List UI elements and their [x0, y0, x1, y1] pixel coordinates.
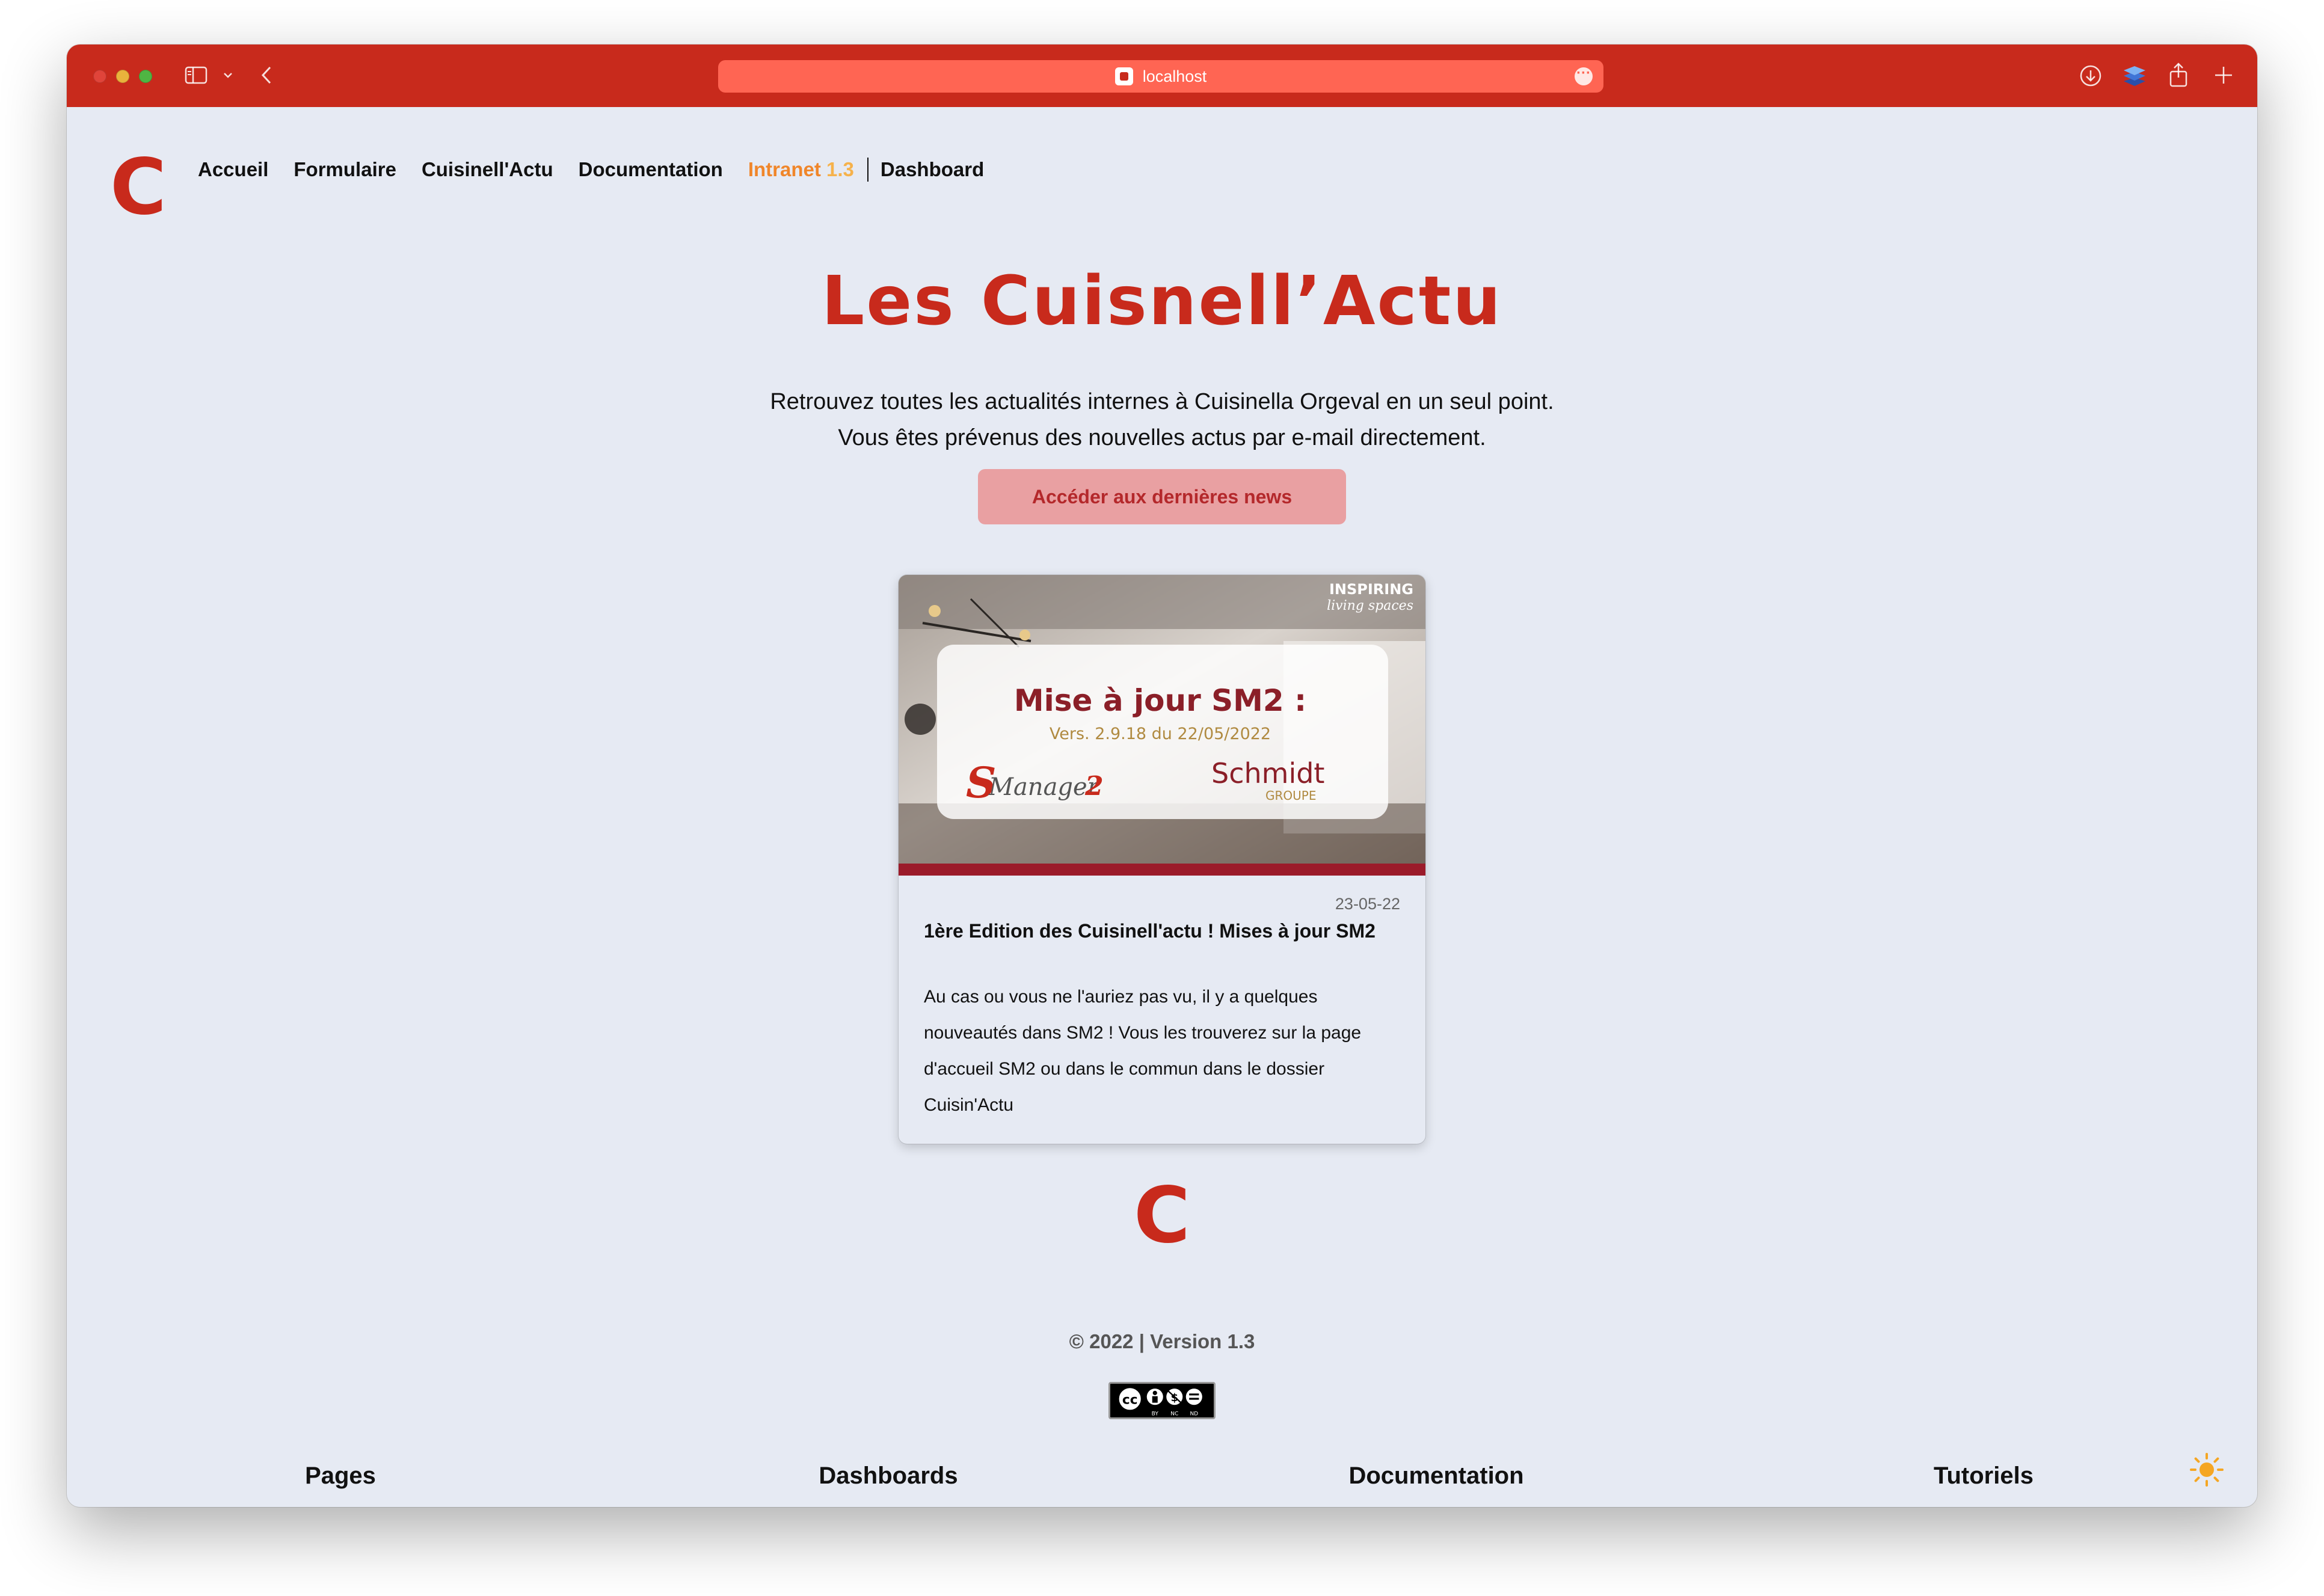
intranet-label: Intranet [748, 158, 821, 180]
nd-icon [1185, 1389, 1202, 1405]
nav-item-documentation[interactable]: Documentation [579, 158, 723, 181]
nav-separator [867, 158, 868, 182]
subtitle-line-1: Retrouvez toutes les actualités internes… [770, 389, 1554, 414]
chevron-down-icon[interactable] [221, 66, 235, 84]
nd-label: ND [1190, 1411, 1198, 1417]
site-favicon-icon [1114, 67, 1133, 85]
address-bar[interactable]: localhost [718, 60, 1603, 93]
nav-item-cuisinell-actu[interactable]: Cuisinell'Actu [422, 158, 553, 181]
nav-item-intranet[interactable]: Intranet 1.3 [748, 158, 854, 181]
extension-layers-icon[interactable] [2123, 64, 2147, 88]
image-brand-groupe: GROUPE [1265, 788, 1316, 803]
news-card-image: Mise à jour SM2 : Vers. 2.9.18 du 22/05/… [899, 575, 1425, 876]
theme-toggle-sun-icon[interactable] [2189, 1452, 2225, 1488]
page-title: Les Cuisnell’Actu [821, 262, 1503, 340]
main-nav: Accueil Formulaire Cuisinell'Actu Docume… [198, 158, 984, 182]
image-headline: Mise à jour SM2 : [1014, 683, 1306, 718]
intranet-version: 1.3 [826, 158, 854, 180]
browser-window: localhost C Accueil Formulaire [67, 45, 2257, 1507]
image-version: Vers. 2.9.18 du 22/05/2022 [1050, 725, 1271, 743]
footer-heading-pages[interactable]: Pages [305, 1462, 376, 1490]
site-logo[interactable]: C [110, 149, 167, 226]
cc-license-badge[interactable]: cc $ BY NC ND [1108, 1382, 1216, 1419]
svg-text:cc: cc [1122, 1392, 1138, 1407]
cc-icon: cc [1117, 1386, 1143, 1412]
news-date: 23-05-22 [1335, 895, 1400, 913]
page-subtitle: Retrouvez toutes les actualités internes… [67, 384, 2257, 456]
nav-item-dashboard[interactable]: Dashboard [881, 158, 984, 181]
new-tab-plus-icon[interactable] [2213, 64, 2234, 86]
svg-text:$: $ [1170, 1392, 1178, 1404]
subtitle-line-2: Vous êtes prévenus des nouvelles actus p… [838, 425, 1486, 450]
download-icon[interactable] [2079, 64, 2102, 87]
footer-heading-documentation[interactable]: Documentation [1348, 1462, 1523, 1490]
copyright-text: © 2022 | Version 1.3 [1069, 1330, 1255, 1352]
nc-label: NC [1170, 1411, 1178, 1417]
share-icon[interactable] [2168, 62, 2189, 87]
image-corner-living: living spaces [1327, 598, 1413, 613]
back-arrow-icon[interactable] [258, 64, 276, 87]
page-content: C Accueil Formulaire Cuisinell'Actu Docu… [67, 107, 2257, 1507]
news-card[interactable]: Mise à jour SM2 : Vers. 2.9.18 du 22/05/… [899, 575, 1425, 1144]
zoom-window-button[interactable] [139, 70, 152, 83]
minimize-window-button[interactable] [116, 70, 129, 83]
footer-heading-tutoriels[interactable]: Tutoriels [1934, 1462, 2034, 1490]
sidebar-icon[interactable] [185, 66, 208, 84]
page-menu-icon[interactable] [1575, 65, 1593, 85]
latest-news-button[interactable]: Accéder aux dernières news [978, 469, 1346, 524]
image-brand-schmidt: Schmidt [1211, 757, 1324, 790]
nav-item-formulaire[interactable]: Formulaire [294, 158, 396, 181]
close-window-button[interactable] [93, 70, 106, 83]
address-bar-url: localhost [1142, 67, 1207, 85]
by-label: BY [1152, 1411, 1159, 1417]
news-body: Au cas ou vous ne l'auriez pas vu, il y … [924, 987, 1362, 1115]
footer-heading-dashboards[interactable]: Dashboards [819, 1462, 958, 1490]
news-title[interactable]: 1ère Edition des Cuisinell'actu ! Mises … [924, 920, 1407, 942]
nav-item-accueil[interactable]: Accueil [198, 158, 268, 181]
browser-titlebar: localhost [67, 45, 2257, 107]
by-icon [1146, 1389, 1163, 1405]
image-corner-inspiring: INSPIRING [1329, 581, 1413, 598]
nc-icon: $ [1166, 1389, 1183, 1405]
footer-logo[interactable]: C [67, 1177, 2257, 1254]
image-brand-2: 2 [1084, 771, 1104, 802]
image-brand-manager: Manager [988, 773, 1101, 801]
